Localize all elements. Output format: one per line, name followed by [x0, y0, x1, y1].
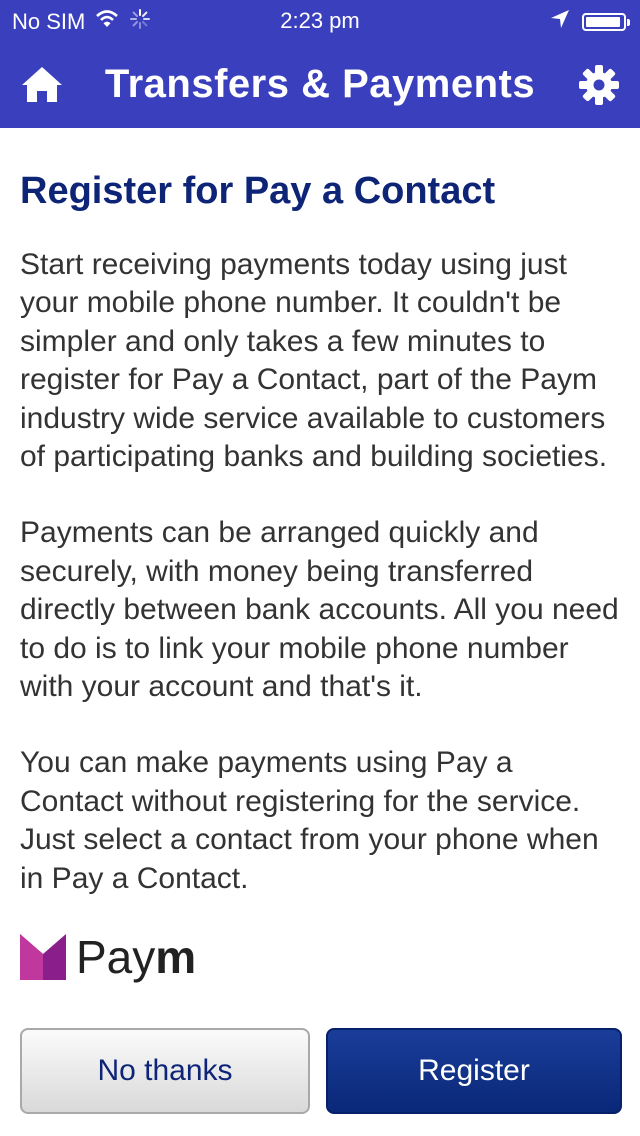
- status-right: [550, 9, 630, 35]
- register-button[interactable]: Register: [326, 1028, 622, 1114]
- settings-button[interactable]: [578, 64, 620, 106]
- gear-icon: [579, 65, 619, 105]
- button-bar: No thanks Register: [0, 1010, 640, 1136]
- status-time: 2:23 pm: [280, 8, 360, 33]
- location-arrow-icon: [550, 9, 570, 35]
- status-bar: No SIM 2:23 pm: [0, 0, 640, 40]
- paym-logo: Paym: [20, 931, 620, 984]
- intro-paragraph: Start receiving payments today using jus…: [20, 248, 608, 474]
- battery-icon: [582, 13, 630, 31]
- contacts-paragraph: You can make payments using Pay a Contac…: [20, 746, 599, 895]
- page-title: Register for Pay a Contact: [20, 170, 496, 212]
- nav-bar: Transfers & Payments: [0, 40, 640, 128]
- payments-paragraph: Payments can be arranged quickly and sec…: [20, 516, 619, 704]
- paym-mark-icon: [20, 934, 66, 981]
- nav-title: Transfers & Payments: [104, 62, 536, 106]
- paym-wordmark: Paym: [76, 931, 197, 984]
- content-area[interactable]: Register for Pay a Contact Start receivi…: [20, 128, 620, 1010]
- no-thanks-button[interactable]: No thanks: [20, 1028, 310, 1114]
